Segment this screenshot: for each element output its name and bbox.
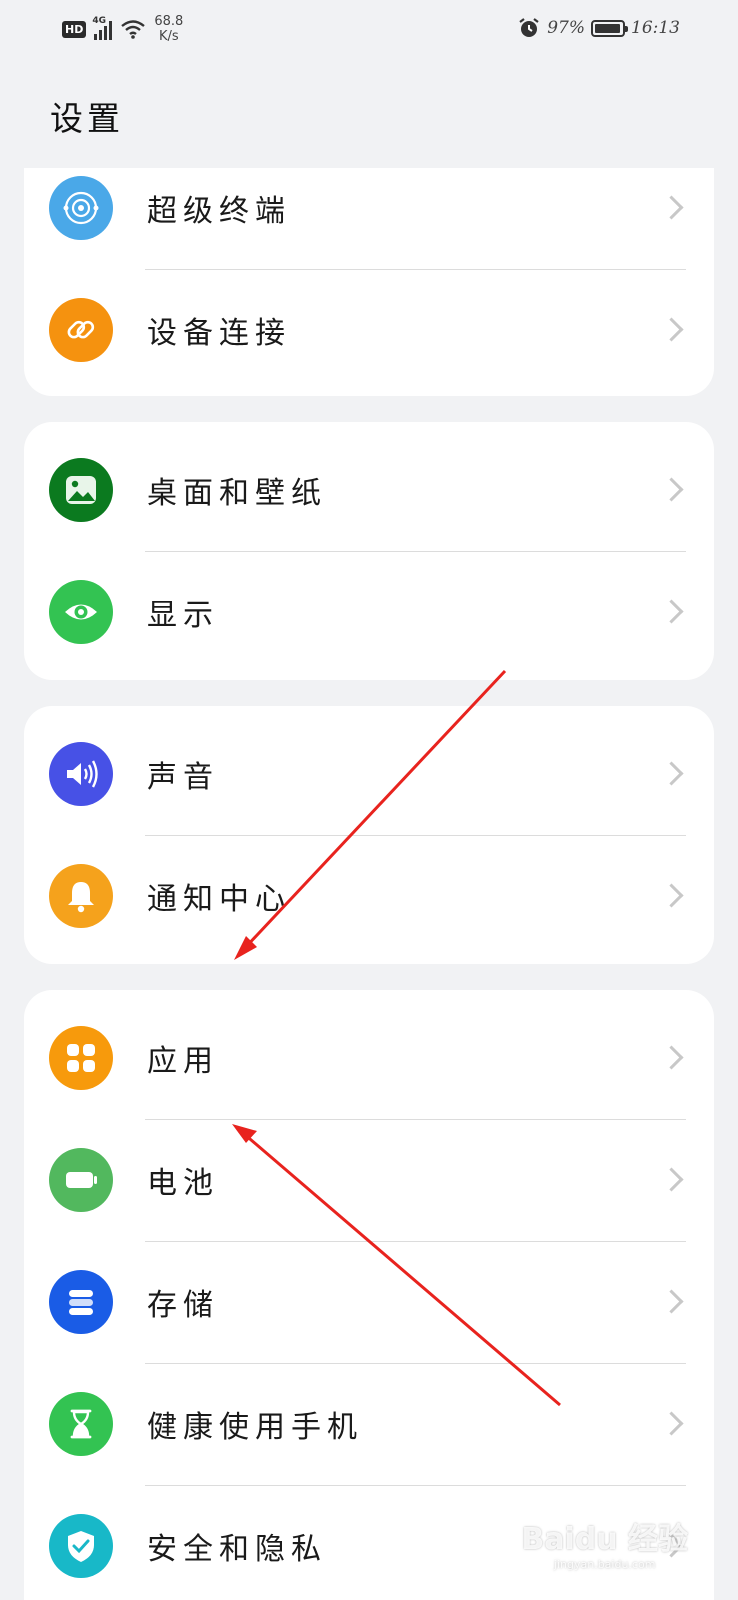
watermark-text: Baidu 经验 (521, 1522, 688, 1557)
baidu-watermark: Baidu 经验 jingyan.baidu.com (521, 1522, 688, 1571)
watermark-url: jingyan.baidu.com (553, 1558, 656, 1571)
annotation-arrow-line (242, 1131, 561, 1407)
settings-screen: HD 4G 68.8 K/s 97% 16:13 设置 超级终端 设备连接 桌面… (0, 0, 738, 1600)
annotation-arrows (232, 669, 561, 1407)
annotation-arrow-line (241, 669, 507, 952)
